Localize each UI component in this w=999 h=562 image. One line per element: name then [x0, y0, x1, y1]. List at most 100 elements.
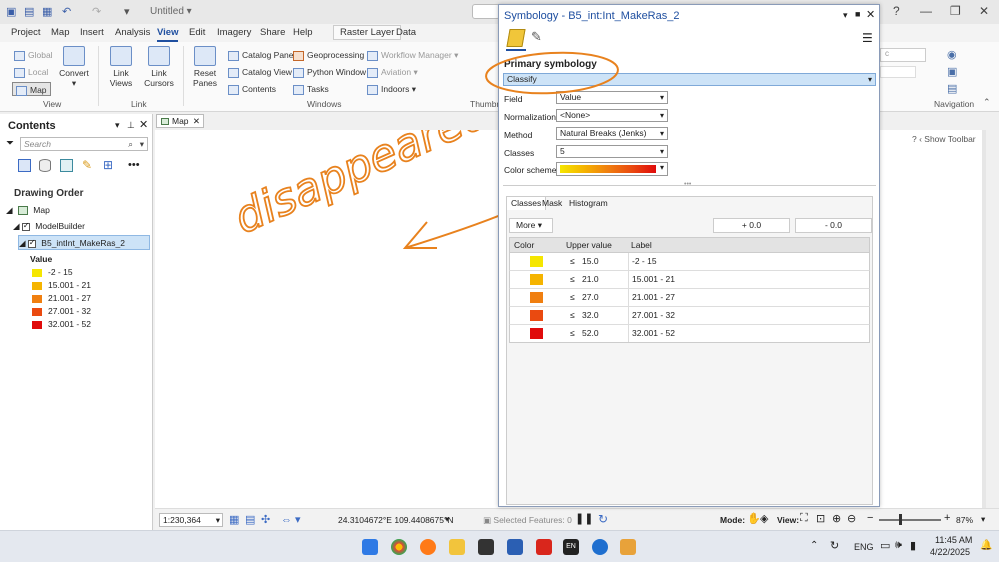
chevron-down-icon[interactable]: ▾ — [445, 514, 449, 525]
convert-button[interactable]: Convert ▾ — [58, 46, 90, 88]
visibility-checkbox[interactable] — [27, 238, 36, 248]
new-project-icon[interactable]: ▣ — [6, 5, 16, 18]
more-options-icon[interactable]: ••• — [128, 159, 140, 171]
filter-icon[interactable]: ⏷ — [6, 138, 14, 149]
app-icon[interactable] — [478, 539, 494, 555]
link-cursors-button[interactable]: Link Cursors — [142, 46, 176, 88]
collapse-ribbon-icon[interactable]: ⌃ — [983, 97, 991, 108]
upper-value-cell[interactable]: 15.0 — [582, 253, 599, 270]
layout-icon[interactable]: ▤ — [947, 82, 957, 95]
link-views-button[interactable]: Link Views — [104, 46, 138, 88]
upper-value-cell[interactable]: 32.0 — [582, 307, 599, 324]
geoprocessing-button[interactable]: Geoprocessing — [293, 48, 364, 62]
firefox-icon[interactable] — [420, 539, 436, 555]
word-icon[interactable] — [507, 539, 523, 555]
navigate-mode-icon[interactable]: ◈ — [760, 512, 768, 525]
clock-date[interactable]: 4/22/2025 — [930, 547, 970, 557]
class-color-swatch[interactable] — [530, 292, 543, 303]
visibility-checkbox[interactable] — [21, 221, 30, 231]
classes-select[interactable]: 5 ▾ — [556, 145, 668, 158]
chevron-down-icon[interactable]: ▾ — [981, 514, 985, 525]
tab-data[interactable]: Data — [396, 27, 416, 38]
bookmarks-icon[interactable]: ▣ — [947, 65, 957, 78]
rotation-icon[interactable]: ✣ — [261, 513, 270, 526]
class-color-swatch[interactable] — [530, 310, 543, 321]
help-button[interactable]: ? — [893, 4, 900, 18]
tab-map[interactable]: Map — [51, 27, 69, 38]
class-color-swatch[interactable] — [530, 328, 543, 339]
catalog-pane-button[interactable]: Catalog Pane — [228, 48, 294, 62]
table-row[interactable]: ≤ 27.0 21.001 - 27 — [509, 289, 870, 307]
tray-chevron-icon[interactable]: ⌃ — [810, 540, 818, 551]
hamburger-menu-icon[interactable]: ☰ — [862, 31, 873, 45]
notifications-icon[interactable]: 🔔 — [980, 540, 992, 551]
map-view-button[interactable]: Map — [12, 82, 51, 96]
list-by-data-source-icon[interactable] — [39, 159, 51, 172]
start-icon[interactable] — [362, 539, 378, 555]
color-scheme-select[interactable]: ▾ — [556, 162, 668, 176]
tasks-button[interactable]: Tasks — [293, 82, 329, 96]
zoom-plus-button[interactable]: + — [944, 512, 950, 524]
global-button[interactable]: Global — [14, 48, 53, 62]
pane-options-icon[interactable]: ▾ — [115, 120, 120, 131]
zoom-minus-button[interactable]: − — [867, 512, 873, 524]
tab-help[interactable]: Help — [293, 27, 313, 38]
tab-classes[interactable]: Classes — [506, 196, 547, 210]
upper-value-cell[interactable]: 52.0 — [582, 325, 599, 342]
selected-features-count[interactable]: ▣ Selected Features: 0 — [483, 515, 572, 526]
reset-panes-button[interactable]: Reset Panes — [188, 46, 222, 88]
pin-icon[interactable]: ⊥ — [127, 120, 135, 131]
redo-icon[interactable]: ↷ — [92, 5, 101, 18]
tab-share[interactable]: Share — [260, 27, 285, 38]
pane-close-icon[interactable]: ✕ — [866, 8, 875, 21]
en-app-icon[interactable]: EN — [563, 539, 579, 555]
scale-input[interactable]: 1:230,364 ▾ — [159, 513, 223, 527]
volume-icon[interactable]: 🕪 — [895, 539, 902, 552]
zoom-out-icon[interactable]: ⊖ — [847, 512, 856, 525]
customize-quick-access-icon[interactable]: ▾ — [124, 5, 130, 18]
save-icon[interactable]: ▦ — [42, 5, 52, 18]
table-row[interactable]: ≤ 15.0 -2 - 15 — [509, 253, 870, 271]
chrome-icon[interactable] — [391, 539, 407, 555]
tab-histogram[interactable]: Histogram — [569, 197, 608, 210]
tab-imagery[interactable]: Imagery — [217, 27, 251, 38]
normalization-select[interactable]: <None> ▾ — [556, 109, 668, 122]
acrobat-icon[interactable] — [536, 539, 552, 555]
tree-item-map[interactable]: ◢ Map — [6, 205, 50, 216]
upper-value-cell[interactable]: 27.0 — [582, 289, 599, 306]
label-cell[interactable]: 32.001 - 52 — [628, 325, 675, 342]
undo-icon[interactable]: ↶ — [62, 5, 71, 18]
list-by-snapping-icon[interactable]: ⊞ — [103, 158, 113, 172]
photos-icon[interactable] — [620, 539, 636, 555]
minimize-button[interactable]: — — [920, 4, 932, 18]
tab-insert[interactable]: Insert — [80, 27, 104, 38]
primary-symbology-tab-icon[interactable] — [506, 29, 526, 47]
tab-edit[interactable]: Edit — [189, 27, 205, 38]
open-folder-icon[interactable]: ▤ — [24, 5, 34, 18]
refresh-icon[interactable]: ↻ — [598, 512, 608, 526]
full-extent-icon[interactable]: ⛶ — [800, 512, 808, 525]
class-color-swatch[interactable] — [530, 256, 543, 267]
battery-icon[interactable]: ▮ — [910, 539, 916, 552]
pane-options-icon[interactable]: ▾ — [843, 10, 848, 21]
table-row[interactable]: ≤ 32.0 27.001 - 32 — [509, 307, 870, 325]
list-by-editing-icon[interactable]: ✎ — [82, 158, 92, 172]
fixed-zoom-icon[interactable]: ⊡ — [816, 512, 825, 525]
close-tab-icon[interactable]: ✕ — [193, 115, 200, 127]
playback-icon[interactable]: ⇔ ▾ — [281, 513, 301, 526]
tree-item-modelbuilder[interactable]: ◢ ModelBuilder — [13, 221, 85, 232]
indoors-button[interactable]: Indoors ▾ — [367, 82, 416, 96]
clock-time[interactable]: 11:45 AM — [935, 535, 972, 545]
network-icon[interactable]: ▭ — [880, 539, 890, 552]
sync-icon[interactable]: ↻ — [830, 539, 839, 552]
pan-mode-icon[interactable]: ✋ — [747, 512, 761, 525]
label-cell[interactable]: -2 - 15 — [628, 253, 657, 270]
table-row[interactable]: ≤ 52.0 32.001 - 52 — [509, 325, 870, 343]
pause-drawing-icon[interactable]: ❚❚ — [575, 512, 593, 525]
label-cell[interactable]: 21.001 - 27 — [628, 289, 675, 306]
ribbon-dropdown[interactable] — [880, 66, 916, 78]
tab-view[interactable]: View — [157, 27, 179, 42]
maximize-icon[interactable]: ■ — [855, 9, 860, 19]
increase-precision-button[interactable]: + 0.0 — [713, 218, 790, 233]
grid-icon[interactable]: ▦ — [229, 513, 239, 526]
